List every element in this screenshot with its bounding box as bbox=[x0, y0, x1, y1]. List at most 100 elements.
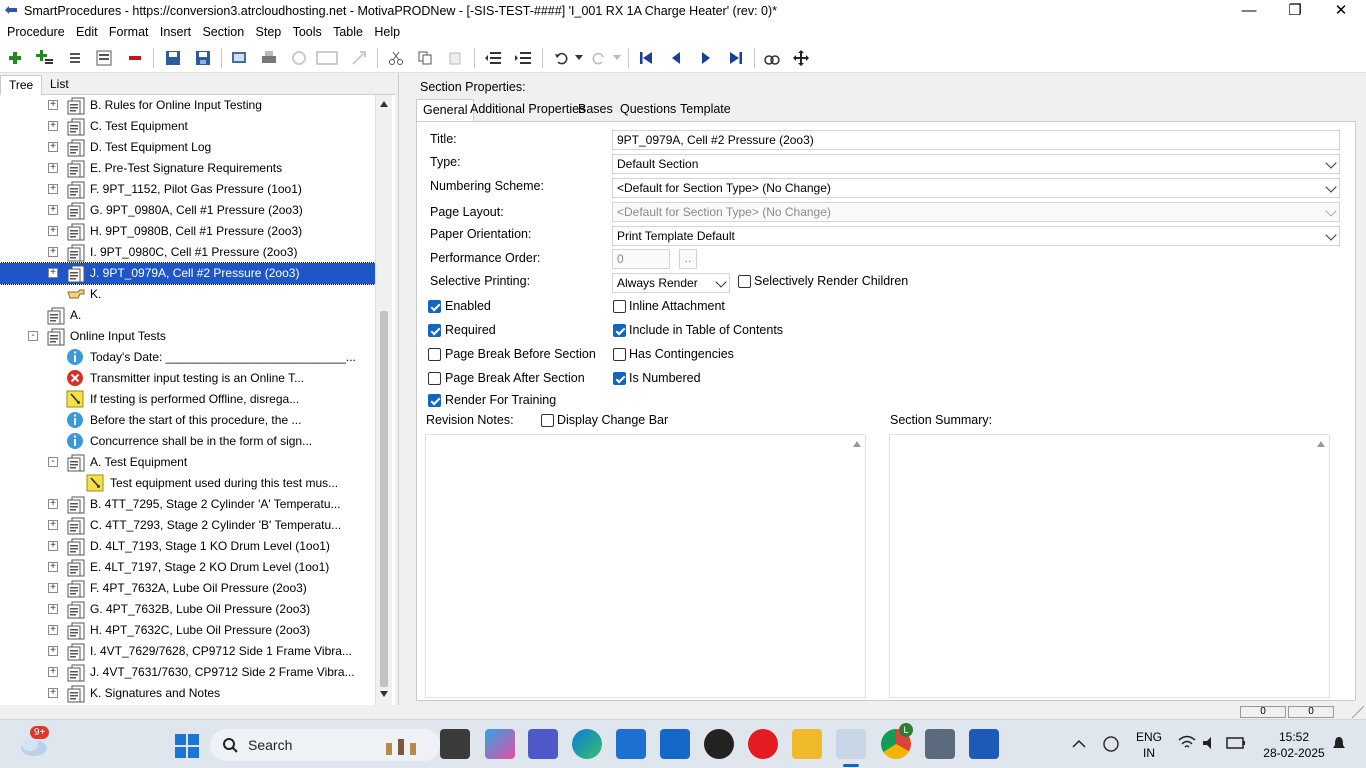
tree-scrollbar[interactable] bbox=[375, 95, 392, 705]
menu-procedure[interactable]: Procedure bbox=[3, 22, 69, 43]
menu-tools[interactable]: Tools bbox=[289, 22, 326, 43]
section-summary-scrollbar[interactable] bbox=[1313, 435, 1329, 697]
tree-row[interactable]: + E. 4LT_7197, Stage 2 KO Drum Level (1oo… bbox=[0, 557, 375, 578]
tree-row[interactable]: Test equipment used during this test mus… bbox=[0, 473, 375, 494]
tree-row[interactable]: - A. Test Equipment bbox=[0, 452, 375, 473]
notification-bell-icon[interactable] bbox=[1332, 736, 1346, 752]
expand-toggle[interactable]: + bbox=[48, 625, 58, 635]
weather-widget[interactable]: 9+ bbox=[16, 726, 50, 758]
performance-order-spinner[interactable]: 0 bbox=[612, 249, 670, 269]
search-box[interactable]: Search bbox=[210, 729, 440, 761]
expand-toggle[interactable]: + bbox=[48, 520, 58, 530]
word-icon[interactable] bbox=[969, 729, 999, 759]
expand-toggle[interactable]: + bbox=[48, 583, 58, 593]
required-checkbox[interactable] bbox=[428, 324, 441, 337]
render-for-training-checkbox[interactable] bbox=[428, 394, 441, 407]
network-settings-icon[interactable] bbox=[1100, 735, 1122, 753]
tree-row[interactable]: + F. 9PT_1152, Pilot Gas Pressure (1oo1) bbox=[0, 179, 375, 200]
tree-row[interactable]: + B. 4TT_7295, Stage 2 Cylinder 'A' Tempe… bbox=[0, 494, 375, 515]
menu-table[interactable]: Table bbox=[329, 22, 367, 43]
tree-row[interactable]: Transmitter input testing is an Online T… bbox=[0, 368, 375, 389]
first-icon[interactable] bbox=[635, 47, 657, 69]
tab-questions[interactable]: Questions bbox=[614, 99, 682, 121]
numbering-select[interactable]: <Default for Section Type> (No Change) bbox=[612, 178, 1340, 198]
revision-notes-editor[interactable] bbox=[425, 434, 866, 698]
window-icon[interactable] bbox=[316, 47, 338, 69]
selectively-render-children-checkbox[interactable] bbox=[738, 275, 751, 288]
remote-app-icon[interactable] bbox=[925, 729, 955, 759]
print-icon[interactable] bbox=[258, 47, 280, 69]
expand-toggle[interactable]: + bbox=[48, 184, 58, 194]
expand-toggle[interactable]: + bbox=[48, 142, 58, 152]
tree-row[interactable]: K. bbox=[0, 284, 375, 305]
redo-dropdown-icon[interactable] bbox=[606, 47, 628, 69]
tree-row[interactable]: A. bbox=[0, 305, 375, 326]
expand-toggle[interactable]: + bbox=[48, 268, 58, 278]
expand-toggle[interactable]: + bbox=[48, 205, 58, 215]
tree-row[interactable]: - Online Input Tests bbox=[0, 326, 375, 347]
menu-step[interactable]: Step bbox=[252, 22, 286, 43]
tab-template[interactable]: Template bbox=[674, 99, 737, 121]
tree-view[interactable]: + B. Rules for Online Input Testing + C. Te… bbox=[0, 95, 375, 705]
find-icon[interactable] bbox=[761, 47, 783, 69]
last-icon[interactable] bbox=[725, 47, 747, 69]
volume-icon[interactable] bbox=[1201, 735, 1219, 751]
collapse-toggle[interactable]: - bbox=[28, 331, 38, 341]
collapse-toggle[interactable]: - bbox=[48, 457, 58, 467]
wifi-icon[interactable] bbox=[1178, 735, 1196, 751]
tree-row-selected[interactable]: + J. 9PT_0979A, Cell #2 Pressure (2oo3) bbox=[0, 262, 375, 285]
store-icon[interactable] bbox=[616, 729, 646, 759]
revision-notes-scrollbar[interactable] bbox=[849, 435, 865, 697]
close-button[interactable]: ✕ bbox=[1318, 0, 1364, 22]
tree-row[interactable]: + G. 4PT_7632B, Lube Oil Pressure (2oo3) bbox=[0, 599, 375, 620]
tree-row[interactable]: + D. Test Equipment Log bbox=[0, 137, 375, 158]
scroll-up-icon[interactable] bbox=[1317, 441, 1325, 447]
smartprocedures-taskbar-icon[interactable] bbox=[836, 729, 866, 759]
save-icon[interactable] bbox=[192, 47, 214, 69]
list-icon[interactable] bbox=[64, 47, 86, 69]
scroll-thumb[interactable] bbox=[380, 311, 388, 687]
menu-format[interactable]: Format bbox=[105, 22, 153, 43]
tree-row[interactable]: Today's Date: __________________________… bbox=[0, 347, 375, 368]
tree-row[interactable]: Before the start of this procedure, the … bbox=[0, 410, 375, 431]
tab-bases[interactable]: Bases bbox=[572, 99, 619, 121]
tree-row[interactable]: + H. 9PT_0980B, Cell #1 Pressure (2oo3) bbox=[0, 221, 375, 242]
language-indicator[interactable]: ENG bbox=[1134, 730, 1164, 744]
expand-toggle[interactable]: + bbox=[48, 688, 58, 698]
tree-row[interactable]: + F. 4PT_7632A, Lube Oil Pressure (2oo3) bbox=[0, 578, 375, 599]
undo-dropdown-icon[interactable] bbox=[568, 47, 590, 69]
display-change-bar-checkbox[interactable] bbox=[541, 414, 554, 427]
teams-icon[interactable] bbox=[528, 729, 558, 759]
expand-toggle[interactable]: + bbox=[48, 100, 58, 110]
tree-row[interactable]: + H. 4PT_7632C, Lube Oil Pressure (2oo3) bbox=[0, 620, 375, 641]
menu-section[interactable]: Section bbox=[198, 22, 248, 43]
export-icon[interactable] bbox=[228, 47, 250, 69]
indent-icon[interactable] bbox=[512, 47, 534, 69]
expand-toggle[interactable]: + bbox=[48, 646, 58, 656]
expand-toggle[interactable]: + bbox=[48, 667, 58, 677]
save-all-icon[interactable] bbox=[162, 47, 184, 69]
has-contingencies-checkbox[interactable] bbox=[613, 348, 626, 361]
is-numbered-checkbox[interactable] bbox=[613, 372, 626, 385]
expand-toggle[interactable]: + bbox=[48, 499, 58, 509]
expand-toggle[interactable]: + bbox=[48, 562, 58, 572]
include-toc-checkbox[interactable] bbox=[613, 324, 626, 337]
title-field[interactable]: 9PT_0979A, Cell #2 Pressure (2oo3) bbox=[612, 130, 1340, 150]
expand-icon[interactable] bbox=[348, 47, 370, 69]
list-edit-icon[interactable] bbox=[94, 47, 116, 69]
selective-printing-select[interactable]: Always Render bbox=[612, 273, 730, 293]
copy-icon[interactable] bbox=[414, 47, 436, 69]
tree-row[interactable]: + G. 9PT_0980A, Cell #1 Pressure (2oo3) bbox=[0, 200, 375, 221]
menu-help[interactable]: Help bbox=[370, 22, 404, 43]
clock-date[interactable]: 28-02-2025 bbox=[1256, 746, 1332, 760]
section-summary-editor[interactable] bbox=[889, 434, 1330, 698]
type-select[interactable]: Default Section bbox=[612, 154, 1340, 174]
page-break-after-checkbox[interactable] bbox=[428, 372, 441, 385]
expand-toggle[interactable]: + bbox=[48, 163, 58, 173]
tab-tree[interactable]: Tree bbox=[0, 75, 43, 95]
add-child-icon[interactable] bbox=[34, 47, 56, 69]
outdent-icon[interactable] bbox=[482, 47, 504, 69]
minimize-button[interactable]: — bbox=[1226, 0, 1272, 22]
tree-row[interactable]: + E. Pre-Test Signature Requirements bbox=[0, 158, 375, 179]
enabled-checkbox[interactable] bbox=[428, 300, 441, 313]
